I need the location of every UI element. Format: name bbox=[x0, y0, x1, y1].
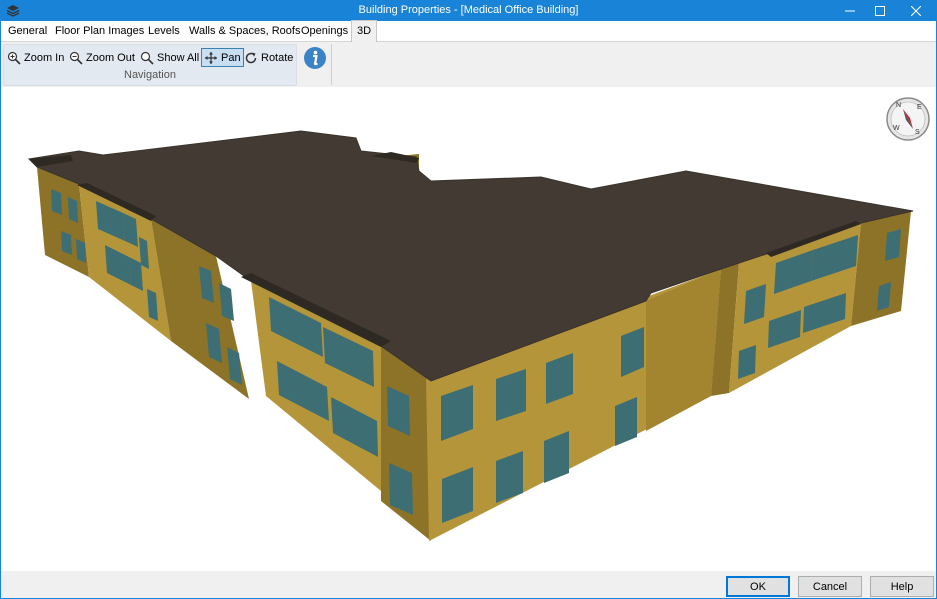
rotate-icon bbox=[245, 52, 257, 64]
tab-general[interactable]: General bbox=[3, 21, 52, 41]
tab-openings[interactable]: Openings bbox=[296, 21, 353, 41]
show-all-button[interactable]: Show All bbox=[140, 49, 199, 67]
maximize-icon bbox=[875, 6, 885, 16]
navigation-group-label: Navigation bbox=[124, 69, 176, 81]
title-bar: Building Properties - [Medical Office Bu… bbox=[1, 1, 936, 21]
compass-w-label: W bbox=[893, 125, 900, 132]
zoom-in-icon bbox=[7, 51, 21, 65]
zoom-in-button[interactable]: Zoom In bbox=[7, 49, 64, 67]
compass-n-label: N bbox=[896, 102, 901, 109]
zoom-out-icon bbox=[69, 51, 83, 65]
ribbon: Zoom In Zoom Out Show All Pan Rotate Nav… bbox=[1, 42, 936, 87]
magnifier-icon bbox=[140, 51, 154, 65]
help-button[interactable]: Help bbox=[870, 576, 934, 597]
cancel-button[interactable]: Cancel bbox=[798, 576, 862, 597]
tab-walls-spaces-roofs[interactable]: Walls & Spaces, Roofs bbox=[184, 21, 305, 41]
window bbox=[51, 189, 62, 215]
navigation-group: Zoom In Zoom Out Show All Pan Rotate Nav… bbox=[3, 44, 297, 86]
building-3d-model bbox=[27, 130, 914, 541]
tab-floor-plan-images[interactable]: Floor Plan Images bbox=[50, 21, 149, 41]
pan-button[interactable]: Pan bbox=[201, 48, 244, 67]
maximize-button[interactable] bbox=[863, 1, 897, 21]
zoom-out-button[interactable]: Zoom Out bbox=[69, 49, 135, 67]
zoom-out-label: Zoom Out bbox=[86, 52, 135, 64]
info-icon[interactable] bbox=[303, 46, 327, 70]
window-title: Building Properties - [Medical Office Bu… bbox=[358, 4, 579, 16]
pan-icon bbox=[205, 51, 217, 64]
rotate-button[interactable]: Rotate bbox=[244, 49, 293, 67]
tab-3d[interactable]: 3D bbox=[351, 20, 378, 42]
compass-e-label: E bbox=[917, 104, 922, 111]
compass-icon[interactable]: N E S W bbox=[885, 96, 931, 142]
compass-s-label: S bbox=[915, 129, 920, 136]
dialog-footer: OK Cancel Help bbox=[1, 571, 936, 598]
window bbox=[68, 197, 78, 223]
rotate-label: Rotate bbox=[261, 52, 294, 64]
close-icon bbox=[911, 6, 921, 16]
window bbox=[877, 282, 891, 311]
tab-levels[interactable]: Levels bbox=[143, 21, 185, 41]
window bbox=[885, 229, 901, 261]
ribbon-separator bbox=[331, 44, 332, 85]
minimize-button[interactable] bbox=[833, 1, 867, 21]
zoom-in-label: Zoom In bbox=[24, 52, 65, 64]
show-all-label: Show All bbox=[157, 52, 200, 64]
pan-label: Pan bbox=[221, 51, 241, 64]
minimize-icon bbox=[845, 10, 855, 12]
close-button[interactable] bbox=[899, 1, 933, 21]
ok-button[interactable]: OK bbox=[726, 576, 790, 597]
building-properties-window: Building Properties - [Medical Office Bu… bbox=[0, 0, 937, 599]
3d-viewport[interactable]: N E S W bbox=[1, 87, 936, 571]
tab-strip: General Floor Plan Images Levels Walls &… bbox=[1, 20, 936, 42]
